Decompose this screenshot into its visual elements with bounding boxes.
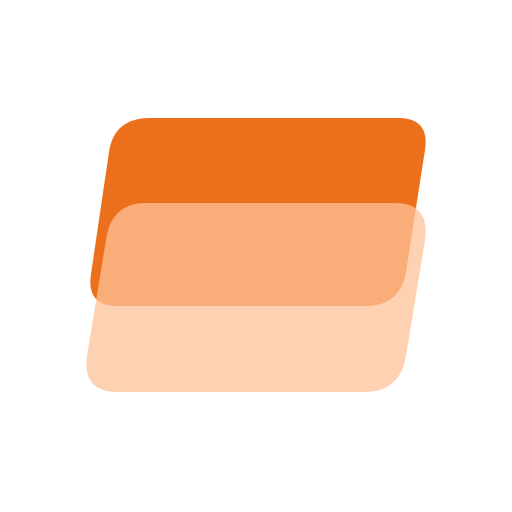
stacked-cards-logo-icon xyxy=(86,118,426,392)
front-card-shape xyxy=(86,203,426,392)
app-icon-canvas xyxy=(0,0,512,512)
